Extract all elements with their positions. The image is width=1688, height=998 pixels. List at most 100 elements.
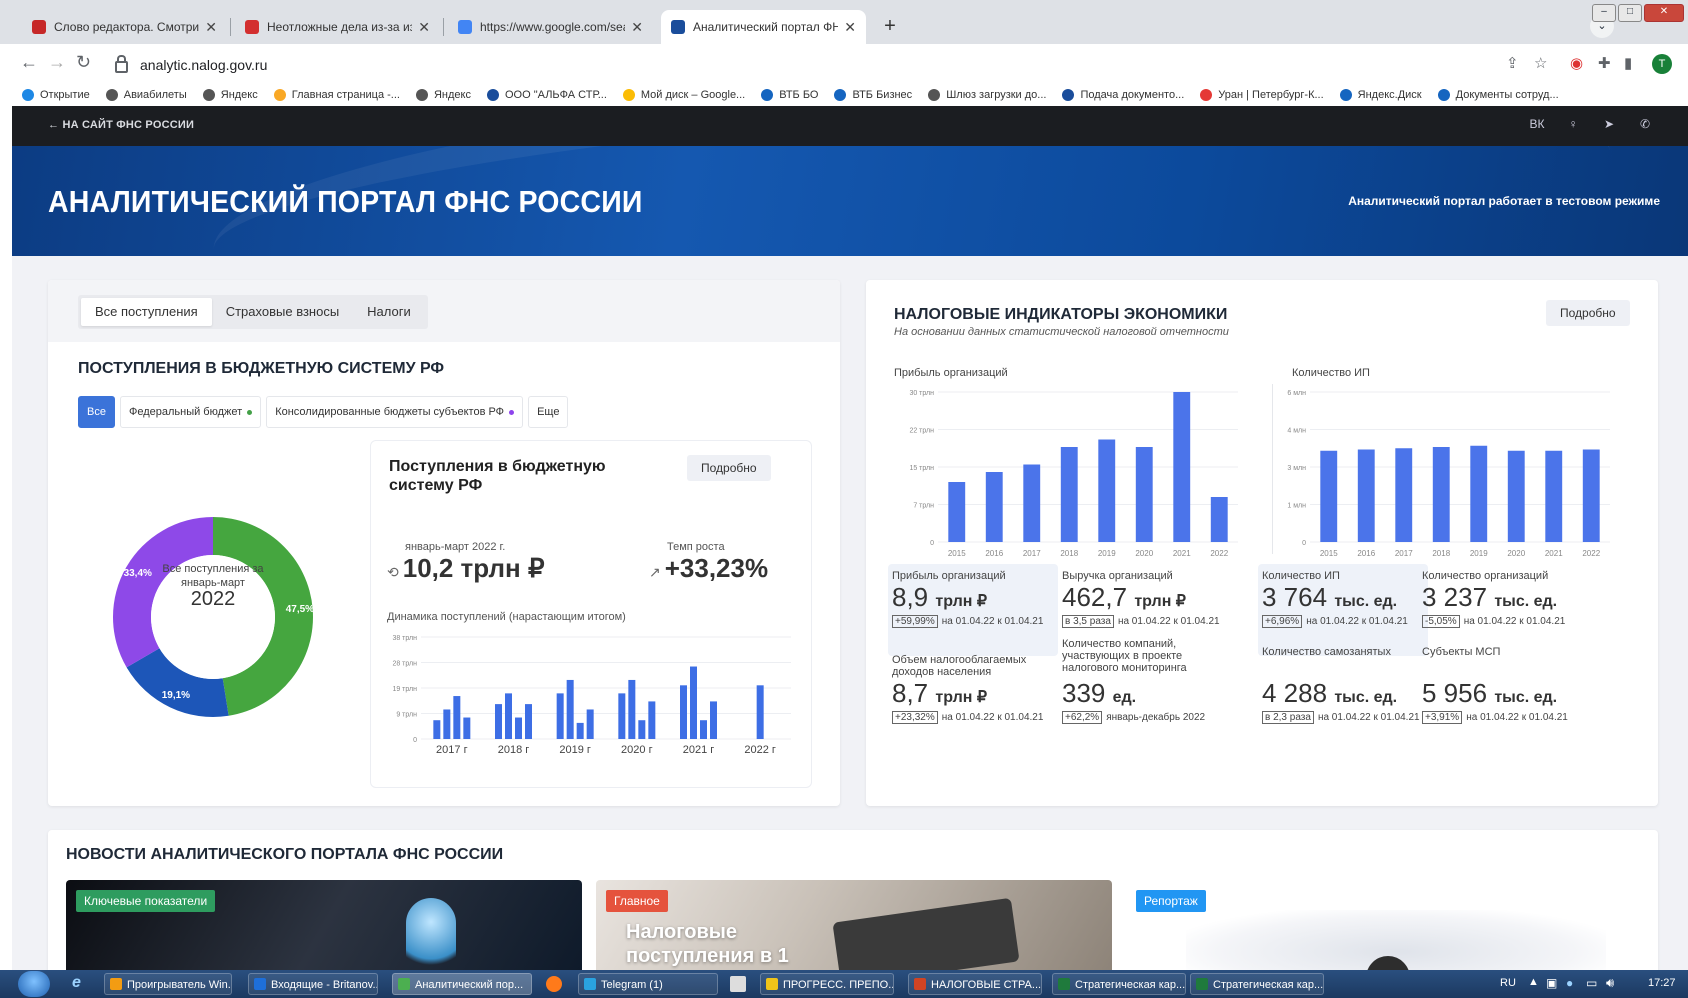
bar[interactable] xyxy=(756,685,764,739)
browser-tab[interactable]: https://www.google.com/search? ✕ xyxy=(448,10,653,44)
bar[interactable] xyxy=(1060,447,1078,542)
indicators-details-button[interactable]: Подробно xyxy=(1546,300,1630,326)
tab-close-icon[interactable]: ✕ xyxy=(418,19,430,36)
bar[interactable] xyxy=(1023,464,1041,543)
bookmark-item[interactable]: Яндекс xyxy=(202,89,258,101)
bar[interactable] xyxy=(576,722,584,739)
forward-icon[interactable]: → xyxy=(48,52,66,73)
bar[interactable] xyxy=(1507,450,1525,542)
bookmark-item[interactable]: Подача документо... xyxy=(1062,89,1184,101)
tab-close-icon[interactable]: ✕ xyxy=(631,19,643,36)
extension-icon[interactable]: ◉ xyxy=(1570,54,1583,72)
taskbar-item[interactable]: Проигрыватель Win... xyxy=(104,973,232,995)
bookmark-item[interactable]: Открытие xyxy=(22,89,90,101)
bookmark-item[interactable]: Авиабилеты xyxy=(105,89,187,101)
bar[interactable] xyxy=(1210,497,1228,542)
bookmark-item[interactable]: ВТБ БО xyxy=(761,89,818,101)
network-icon[interactable]: ▣ xyxy=(1546,976,1557,990)
bar[interactable] xyxy=(566,679,574,739)
summary-details-button[interactable]: Подробно xyxy=(687,455,771,481)
indicator-tile[interactable]: Количество компаний, участвующих в проек… xyxy=(1058,638,1228,732)
bar[interactable] xyxy=(505,693,512,739)
firefox-icon[interactable] xyxy=(546,976,562,992)
monitor-icon[interactable]: ▭ xyxy=(1586,976,1597,990)
new-tab-button[interactable]: + xyxy=(878,15,902,39)
ie-icon[interactable]: e xyxy=(72,974,81,992)
back-icon[interactable]: ← xyxy=(20,52,38,73)
vk-icon[interactable]: ВК xyxy=(1528,117,1546,135)
bar[interactable] xyxy=(700,720,707,739)
chrome-tray-icon[interactable]: ● xyxy=(1566,976,1573,990)
sidepanel-icon[interactable]: ▮ xyxy=(1624,54,1632,72)
bookmark-item[interactable]: ООО "АЛЬФА СТР... xyxy=(486,89,607,101)
bar[interactable] xyxy=(515,717,522,739)
taskbar-item[interactable]: Стратегическая кар... xyxy=(1190,973,1324,995)
browser-tab[interactable]: Слово редактора. Смотри, как ✕ xyxy=(22,10,227,44)
news-item-1[interactable]: Ключевые показатели xyxy=(66,880,582,974)
taskbar-item[interactable]: ПРОГРЕСС. ПРЕПО... xyxy=(760,973,894,995)
bookmark-item[interactable]: Мой диск – Google... xyxy=(622,89,745,101)
bar[interactable] xyxy=(985,472,1003,542)
maximize-button[interactable]: □ xyxy=(1618,4,1642,22)
bar[interactable] xyxy=(443,709,451,739)
reload-icon[interactable]: ↻ xyxy=(76,52,91,73)
budget-filter-button[interactable]: Консолидированные бюджеты субъектов РФ xyxy=(266,396,524,428)
puzzle-icon[interactable]: ✚ xyxy=(1598,54,1611,72)
receipts-tab[interactable]: Все поступления xyxy=(81,298,212,326)
language-indicator[interactable]: RU xyxy=(1500,977,1516,989)
bookmark-star-icon[interactable]: ☆ xyxy=(1534,54,1547,72)
receipts-tab[interactable]: Налоги xyxy=(353,298,425,326)
taskbar-item[interactable]: Telegram (1) xyxy=(578,973,718,995)
bookmark-item[interactable]: Шлюз загрузки до... xyxy=(928,89,1046,101)
bar[interactable] xyxy=(1098,439,1116,543)
taskbar-item[interactable]: Входящие - Britanov... xyxy=(248,973,378,995)
bar[interactable] xyxy=(1432,447,1450,542)
bookmark-item[interactable]: Яндекс xyxy=(415,89,471,101)
bookmark-item[interactable]: Яндекс.Диск xyxy=(1339,89,1422,101)
bar[interactable] xyxy=(690,666,697,739)
indicator-tile[interactable]: Количество самозанятых 4 288 тыс. ед. в 2,… xyxy=(1258,640,1428,732)
taskbar-item[interactable]: НАЛОГОВЫЕ СТРА... xyxy=(908,973,1042,995)
receipts-tab[interactable]: Страховые взносы xyxy=(212,298,353,326)
close-window-button[interactable]: ✕ xyxy=(1644,4,1684,22)
ok-icon[interactable]: ♀ xyxy=(1564,117,1582,135)
bar[interactable] xyxy=(1395,448,1413,542)
bar[interactable] xyxy=(1135,447,1153,542)
tray-expand-icon[interactable]: ▲ xyxy=(1528,976,1539,988)
bookmark-item[interactable]: Документы сотруд... xyxy=(1437,89,1559,101)
bar[interactable] xyxy=(680,685,687,739)
bar[interactable] xyxy=(638,720,646,739)
bar[interactable] xyxy=(433,720,441,739)
telegram-icon[interactable]: ➤ xyxy=(1600,117,1618,135)
budget-filter-button[interactable]: Все xyxy=(78,396,115,428)
volume-icon[interactable]: 🔊︎ xyxy=(1606,975,1614,991)
bar[interactable] xyxy=(495,704,502,739)
bar[interactable] xyxy=(1357,449,1375,543)
bar[interactable] xyxy=(556,693,564,739)
news-item-2[interactable]: Главное Налоговые поступления в 1 xyxy=(596,880,1112,974)
bar[interactable] xyxy=(1470,445,1488,542)
taskbar-item[interactable]: Стратегическая кар... xyxy=(1052,973,1186,995)
start-button[interactable] xyxy=(18,971,50,997)
bookmark-item[interactable]: Главная страница -... xyxy=(273,89,400,101)
bar[interactable] xyxy=(463,717,471,739)
browser-tab[interactable]: Аналитический портал ФНС Рос ✕ xyxy=(661,10,866,44)
taskbar-item[interactable]: Аналитический пор... xyxy=(392,973,532,995)
budget-filter-button[interactable]: Еще xyxy=(528,396,569,428)
lock-icon[interactable] xyxy=(115,55,128,73)
bar[interactable] xyxy=(1173,392,1191,542)
tab-close-icon[interactable]: ✕ xyxy=(844,19,856,36)
share-icon[interactable]: ⇪ xyxy=(1506,54,1519,72)
bar[interactable] xyxy=(948,482,966,542)
bar[interactable] xyxy=(586,709,594,739)
news-item-3[interactable]: Репортаж xyxy=(1126,880,1642,974)
url-field[interactable]: analytic.nalog.gov.ru xyxy=(115,52,267,78)
budget-filter-button[interactable]: Федеральный бюджет xyxy=(119,396,262,428)
tab-close-icon[interactable]: ✕ xyxy=(205,19,217,36)
bar[interactable] xyxy=(1320,450,1338,542)
bar[interactable] xyxy=(648,701,656,739)
bookmark-item[interactable]: ВТБ Бизнес xyxy=(834,89,912,101)
bar[interactable] xyxy=(1545,450,1563,542)
browser-tab[interactable]: Неотложные дела из-за изменени ✕ xyxy=(235,10,440,44)
indicator-tile[interactable]: Субъекты МСП 5 956 тыс. ед. +3,91% на 01.04… xyxy=(1418,640,1588,732)
